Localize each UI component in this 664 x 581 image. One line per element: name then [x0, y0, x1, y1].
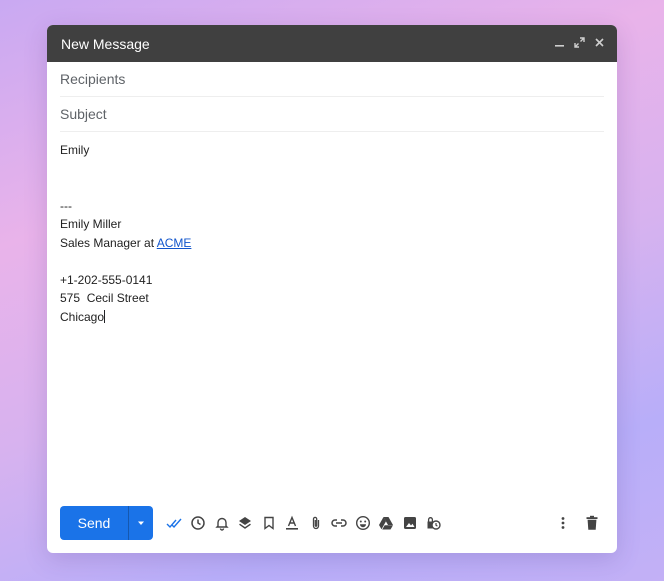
toolbar-right: [551, 511, 604, 535]
recipients-row: [60, 62, 604, 97]
compose-titlebar[interactable]: New Message: [47, 25, 617, 62]
formatting-tools: [163, 511, 445, 535]
layers-icon[interactable]: [234, 511, 258, 535]
signature-title: Sales Manager at ACME: [60, 234, 604, 253]
more-options-icon[interactable]: [551, 511, 575, 535]
window-title: New Message: [61, 35, 150, 52]
minimize-icon[interactable]: [554, 37, 565, 50]
signature-title-text: Sales Manager at: [60, 235, 157, 250]
subject-input[interactable]: [60, 106, 604, 122]
send-button[interactable]: Send: [60, 506, 128, 540]
photo-icon[interactable]: [398, 511, 422, 535]
message-body[interactable]: Emily --- Emily Miller Sales Manager at …: [60, 141, 604, 326]
greeting-line: Emily: [60, 143, 90, 157]
signature-city: Chicago: [60, 309, 105, 324]
text-format-icon[interactable]: [281, 511, 305, 535]
trash-icon[interactable]: [581, 511, 605, 535]
drive-icon[interactable]: [375, 511, 399, 535]
signature-phone: +1-202-555-0141: [60, 272, 153, 287]
confidential-icon[interactable]: [422, 511, 446, 535]
send-options-button[interactable]: [128, 506, 153, 540]
emoji-icon[interactable]: [351, 511, 375, 535]
link-icon[interactable]: [328, 511, 352, 535]
clock-icon[interactable]: [187, 511, 211, 535]
signature-separator: ---: [60, 198, 72, 213]
signature-city-line: Chicago: [60, 308, 604, 327]
signature-street: 575 Cecil Street: [60, 291, 149, 305]
bell-icon[interactable]: [210, 511, 234, 535]
bookmark-icon[interactable]: [257, 511, 281, 535]
recipients-input[interactable]: [60, 71, 604, 87]
expand-icon[interactable]: [574, 37, 585, 50]
send-button-group: Send: [60, 506, 153, 540]
attach-icon[interactable]: [304, 511, 328, 535]
compose-window: New Message Emily --- Emily Miller Sales…: [47, 25, 617, 553]
company-link[interactable]: ACME: [157, 236, 192, 250]
window-controls: [554, 37, 605, 50]
text-cursor: [104, 309, 106, 323]
close-icon[interactable]: [594, 37, 605, 50]
signature-name: Emily Miller: [60, 217, 122, 231]
caret-down-icon: [138, 521, 144, 525]
subject-row: [60, 97, 604, 132]
double-check-icon[interactable]: [163, 511, 187, 535]
compose-toolbar: Send: [60, 506, 604, 540]
